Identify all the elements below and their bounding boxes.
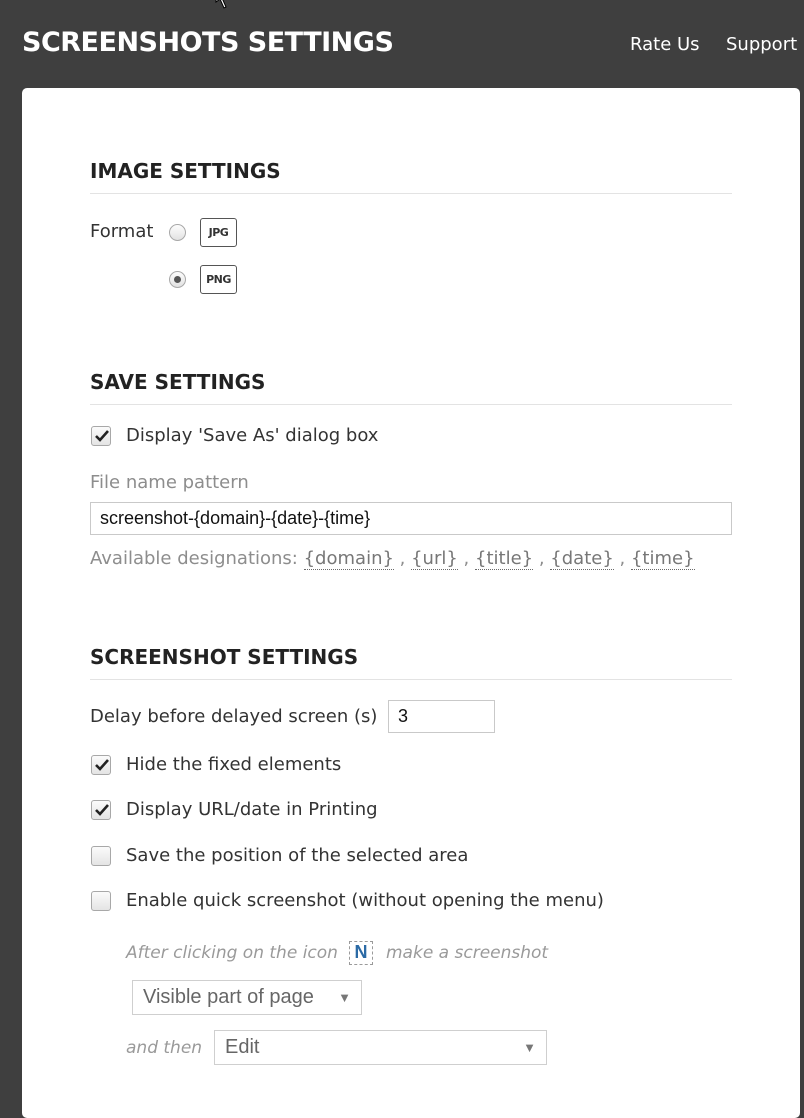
dropdown-arrow-icon: ▼ [523, 1040, 536, 1055]
section-divider [90, 193, 732, 194]
hide-fixed-elements-label: Hide the fixed elements [126, 754, 342, 775]
delay-input[interactable] [388, 700, 495, 733]
screenshot-mode-value: Visible part of page [143, 986, 314, 1008]
then-action-value: Edit [225, 1036, 260, 1058]
available-designations: Available designations: {domain} , {url}… [90, 548, 695, 570]
designation-url[interactable]: {url} [411, 548, 458, 570]
support-link[interactable]: Support [726, 34, 797, 55]
page-title: SCREENSHOTS SETTINGS [22, 27, 394, 58]
designation-time[interactable]: {time} [630, 548, 695, 570]
rate-us-link[interactable]: Rate Us [630, 34, 700, 55]
quick-screenshot-checkbox[interactable] [91, 891, 111, 911]
image-settings-heading: IMAGE SETTINGS [90, 159, 281, 183]
png-format-icon[interactable]: PNG [200, 265, 237, 294]
mouse-cursor-icon [215, 0, 227, 9]
format-jpg-radio[interactable] [169, 224, 186, 241]
checkmark-icon [95, 804, 109, 816]
designations-label: Available designations: [90, 548, 298, 569]
designation-date[interactable]: {date} [550, 548, 614, 570]
save-selected-area-label: Save the position of the selected area [126, 845, 469, 866]
hide-fixed-elements-checkbox[interactable] [91, 755, 111, 775]
section-divider [90, 679, 732, 680]
save-settings-heading: SAVE SETTINGS [90, 370, 266, 394]
format-png-radio[interactable] [169, 271, 186, 288]
display-url-date-label: Display URL/date in Printing [126, 799, 378, 820]
screenshot-mode-select[interactable]: Visible part of page ▼ [132, 980, 362, 1015]
save-as-dialog-label: Display 'Save As' dialog box [126, 425, 379, 446]
after-clicking-text: After clicking on the icon [126, 943, 338, 963]
dropdown-arrow-icon: ▼ [338, 990, 351, 1005]
file-name-pattern-label: File name pattern [90, 472, 249, 493]
quick-screenshot-label: Enable quick screenshot (without opening… [126, 890, 604, 911]
settings-card: IMAGE SETTINGS Format JPG PNG SAVE SETTI… [22, 88, 800, 1118]
file-name-pattern-input[interactable] [90, 502, 732, 535]
delay-label: Delay before delayed screen (s) [90, 706, 378, 727]
save-as-dialog-checkbox[interactable] [91, 426, 111, 446]
save-selected-area-checkbox[interactable] [91, 846, 111, 866]
section-divider [90, 404, 732, 405]
and-then-text: and then [126, 1038, 203, 1058]
checkmark-icon [95, 759, 109, 771]
top-bar: SCREENSHOTS SETTINGS Rate Us Support [0, 0, 804, 90]
screenshot-settings-heading: SCREENSHOT SETTINGS [90, 645, 359, 669]
format-label: Format [90, 221, 154, 242]
checkmark-icon [95, 430, 109, 442]
designation-title[interactable]: {title} [475, 548, 534, 570]
jpg-format-icon[interactable]: JPG [200, 218, 237, 247]
make-screenshot-text: make a screenshot [386, 943, 549, 963]
extension-n-icon: N [349, 941, 373, 965]
display-url-date-checkbox[interactable] [91, 800, 111, 820]
then-action-select[interactable]: Edit ▼ [214, 1030, 547, 1065]
designation-domain[interactable]: {domain} [303, 548, 394, 570]
